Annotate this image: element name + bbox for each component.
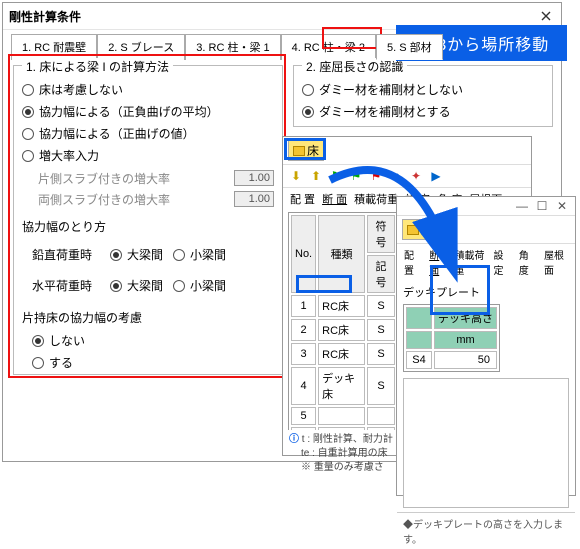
close-icon[interactable]: ✕: [555, 199, 569, 213]
highlight-group1: [8, 54, 286, 378]
table-row[interactable]: 5: [291, 407, 395, 425]
minimize-icon[interactable]: —: [515, 199, 529, 213]
table-row[interactable]: 1RC床S: [291, 295, 395, 317]
dialog-title: 剛性計算条件: [9, 8, 81, 25]
deck-blank-area: [403, 378, 569, 508]
g2-opt1[interactable]: ダミー材を補剛材とする: [302, 103, 544, 120]
group-buckling: 2. 座屈長さの認識 ダミー材を補剛材としない ダミー材を補剛材とする: [293, 65, 553, 127]
arrow-icon: [320, 150, 480, 290]
close-icon[interactable]: [537, 7, 555, 25]
maximize-icon[interactable]: ☐: [535, 199, 549, 213]
deck-status: ◆デッキプレートの高さを入力します。: [397, 512, 575, 549]
group2-legend: 2. 座屈長さの認識: [302, 58, 407, 75]
table-row[interactable]: 4デッキ床S: [291, 367, 395, 405]
table-row[interactable]: 3RC床S: [291, 343, 395, 365]
g2-opt0[interactable]: ダミー材を補剛材としない: [302, 81, 544, 98]
table-row[interactable]: 2RC床S: [291, 319, 395, 341]
highlight-tab5: [322, 27, 382, 49]
subtab-0[interactable]: 配 置: [288, 191, 317, 207]
tab-5[interactable]: 5. S 部材: [376, 34, 443, 60]
tool-icon-1[interactable]: ⬇: [288, 168, 304, 184]
